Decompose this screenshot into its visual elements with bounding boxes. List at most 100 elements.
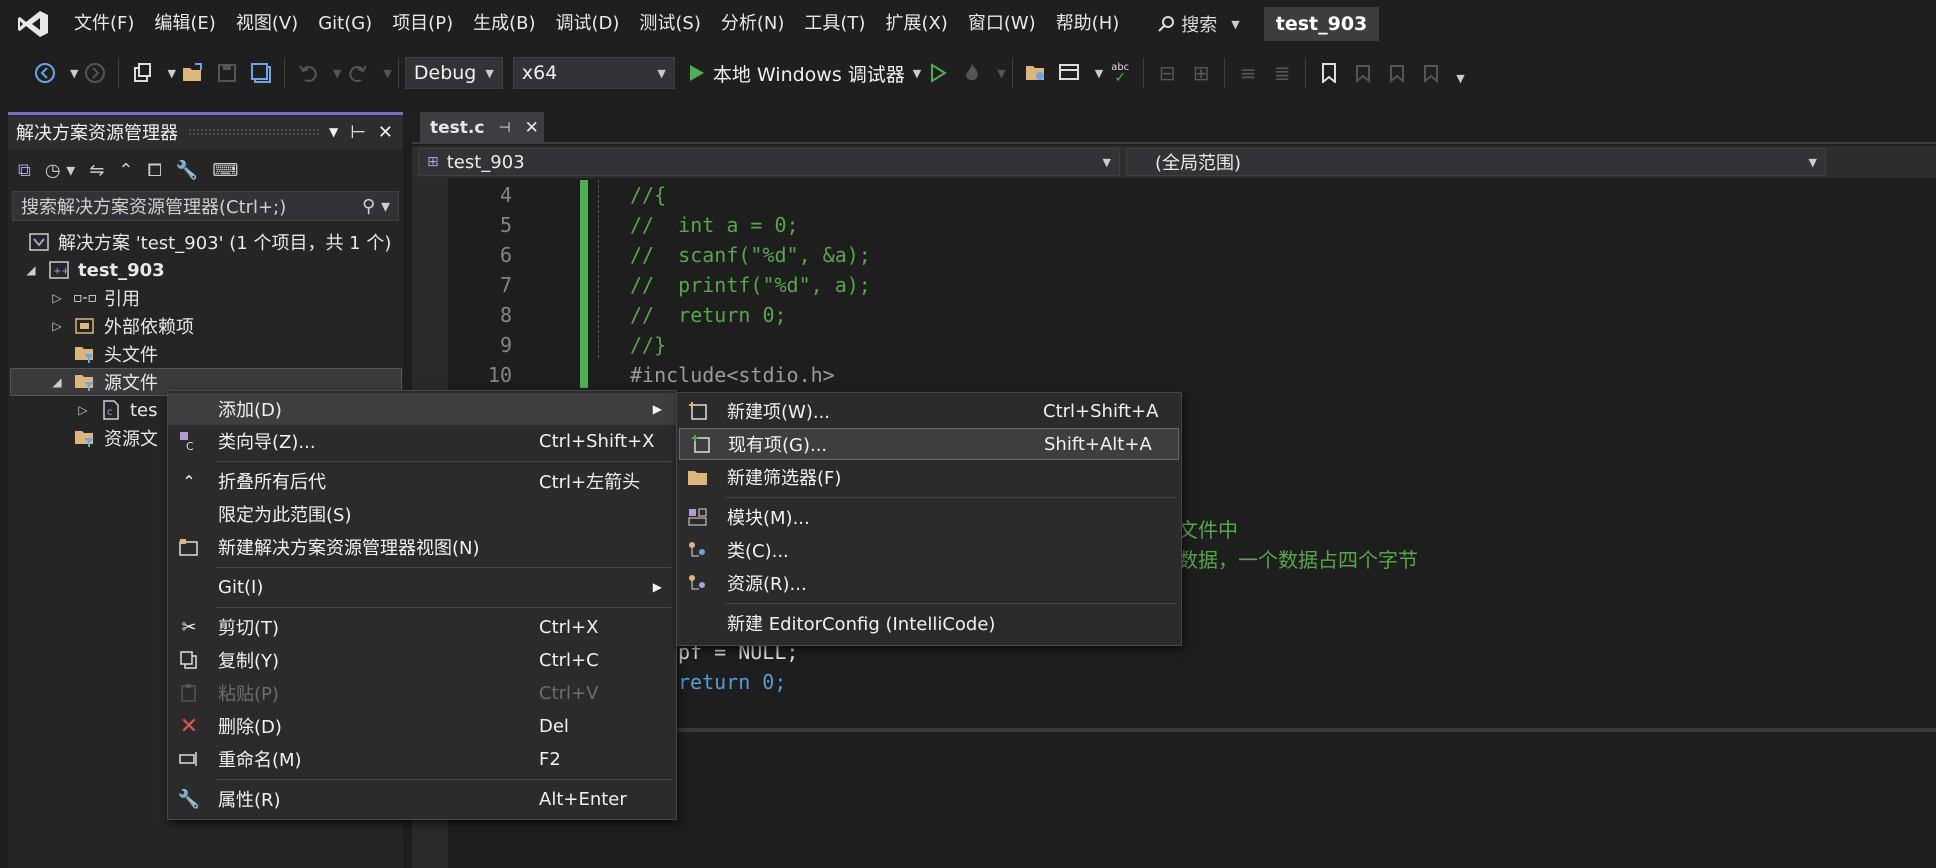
chevron-down-icon[interactable]: ▼ <box>70 67 78 80</box>
chevron-down-icon: ▼ <box>1102 155 1111 169</box>
tree-header-files[interactable]: 头文件 <box>74 340 158 368</box>
new-project-icon[interactable] <box>129 60 155 86</box>
menu-file[interactable]: 文件(F) <box>64 0 144 48</box>
close-icon[interactable]: ✕ <box>525 118 539 138</box>
switch-views-icon[interactable]: ⧉ <box>18 160 31 181</box>
solution-explorer-icon[interactable] <box>1023 60 1049 86</box>
menu-item-git[interactable]: Git(I) ▶ <box>168 571 676 603</box>
show-all-files-icon[interactable]: ⧠ <box>148 160 162 181</box>
visual-studio-logo-icon[interactable] <box>16 9 50 39</box>
menu-item-copy[interactable]: 复制(Y) Ctrl+C <box>168 644 676 676</box>
menu-item-resource[interactable]: 资源(R)... <box>677 567 1181 599</box>
menu-extensions[interactable]: 扩展(X) <box>875 0 957 48</box>
menu-view[interactable]: 视图(V) <box>226 0 308 48</box>
tree-references[interactable]: ▷ ▫-▫ 引用 <box>50 284 140 312</box>
menu-debug[interactable]: 调试(D) <box>546 0 630 48</box>
menu-item-new-item[interactable]: 新建项(W)... Ctrl+Shift+A <box>677 395 1181 427</box>
layout-icon[interactable] <box>1057 60 1083 86</box>
menu-git[interactable]: Git(G) <box>308 0 382 48</box>
start-debugging-button[interactable]: 本地 Windows 调试器 <box>689 60 905 87</box>
tree-source-files[interactable]: ◢ 源文件 <box>50 368 158 396</box>
tab-test-c[interactable]: test.c ⊣ ✕ <box>420 112 544 144</box>
menu-item-cut[interactable]: ✂ 剪切(T) Ctrl+X <box>168 611 676 643</box>
tree-resource-files[interactable]: 资源文 <box>74 424 158 452</box>
menu-item-label: 折叠所有后代 <box>218 472 326 493</box>
menu-item-label: 新建项(W)... <box>727 402 831 423</box>
scope-navigation-select[interactable]: (全局范围) ▼ <box>1126 148 1826 176</box>
menu-item-shortcut: Shift+Alt+A <box>1044 433 1152 455</box>
menu-item-class-wizard[interactable]: C 类向导(Z)... Ctrl+Shift+X <box>168 425 676 457</box>
close-icon[interactable]: ✕ <box>378 122 393 143</box>
tree-source-file[interactable]: ▷ c tes <box>76 396 157 424</box>
collapsed-arrow-icon[interactable]: ▷ <box>50 319 64 333</box>
code-line: return 0; <box>678 670 787 694</box>
undo-icon <box>295 60 321 86</box>
menu-item-module[interactable]: 模块(M)... <box>677 501 1181 533</box>
menu-item-rename[interactable]: 重命名(M) F2 <box>168 743 676 775</box>
menu-edit[interactable]: 编辑(E) <box>144 0 225 48</box>
platform-select[interactable]: x64 ▼ <box>512 57 675 89</box>
toolbar-overflow-icon[interactable]: ▼ <box>1456 72 1464 85</box>
panel-drag-handle[interactable] <box>188 128 319 136</box>
pin-icon[interactable]: ⊣ <box>498 120 510 136</box>
menu-item-properties[interactable]: 🔧 属性(R) Alt+Enter <box>168 783 676 815</box>
nav-project-label: test_903 <box>446 151 525 173</box>
collapsed-arrow-icon[interactable]: ▷ <box>50 291 64 305</box>
pending-changes-icon[interactable]: ◷ ▾ <box>45 160 75 181</box>
tree-external-deps[interactable]: ▷ 外部依赖项 <box>50 312 194 340</box>
menu-item-add[interactable]: 添加(D) ▶ <box>168 393 676 425</box>
menu-project[interactable]: 项目(P) <box>382 0 463 48</box>
new-view-icon <box>176 535 202 559</box>
tree-solution[interactable]: 解决方案 'test_903' (1 个项目，共 1 个) <box>28 228 391 256</box>
menu-item-collapse-all[interactable]: ⌃ 折叠所有后代 Ctrl+左箭头 <box>168 465 676 497</box>
chevron-down-icon[interactable]: ▼ <box>1095 67 1103 80</box>
menu-window[interactable]: 窗口(W) <box>958 0 1046 48</box>
save-all-icon[interactable] <box>248 60 274 86</box>
navigate-back-icon[interactable] <box>32 60 58 86</box>
chevron-down-icon: ▼ <box>997 66 1006 80</box>
menu-test[interactable]: 测试(S) <box>629 0 710 48</box>
sync-icon[interactable]: ⇋ <box>89 160 104 181</box>
panel-options-icon[interactable]: ▼ <box>329 125 338 139</box>
debugger-label: 本地 Windows 调试器 <box>712 63 905 86</box>
menu-item-scope-to-this[interactable]: 限定为此范围(S) <box>168 498 676 530</box>
menu-separator <box>216 607 672 608</box>
tree-label: 源文件 <box>104 373 158 394</box>
menu-item-delete[interactable]: ✕ 删除(D) Del <box>168 710 676 742</box>
chevron-down-icon[interactable]: ▼ <box>913 67 921 80</box>
menu-item-existing-item[interactable]: 现有项(G)... Shift+Alt+A <box>679 428 1179 460</box>
start-without-debugging-icon[interactable] <box>925 60 951 86</box>
configuration-select[interactable]: Debug ▼ <box>404 57 503 89</box>
bookmark-icon[interactable] <box>1316 60 1342 86</box>
menu-build[interactable]: 生成(B) <box>463 0 545 48</box>
open-folder-icon[interactable] <box>180 60 206 86</box>
expanded-arrow-icon[interactable]: ◢ <box>24 263 38 277</box>
menu-item-new-explorer-view[interactable]: 新建解决方案资源管理器视图(N) <box>168 531 676 563</box>
expanded-arrow-icon[interactable]: ◢ <box>50 375 64 389</box>
collapsed-arrow-icon[interactable]: ▷ <box>76 403 90 417</box>
toolbar-separator <box>1305 58 1307 88</box>
menu-item-label: 新建筛选器(F) <box>727 468 842 489</box>
menu-analyze[interactable]: 分析(N) <box>711 0 795 48</box>
menu-item-class[interactable]: 类(C)... <box>677 534 1181 566</box>
search-box[interactable]: 搜索 ▼ <box>1147 11 1249 37</box>
menu-item-new-filter[interactable]: 新建筛选器(F) <box>677 461 1181 493</box>
menu-tools[interactable]: 工具(T) <box>794 0 875 48</box>
menu-help[interactable]: 帮助(H) <box>1046 0 1130 48</box>
line-number: 7 <box>499 273 512 297</box>
preview-icon[interactable]: ⌨ <box>212 160 238 181</box>
project-navigation-select[interactable]: ⊞ test_903 ▼ <box>418 148 1120 176</box>
menu-item-editorconfig[interactable]: 新建 EditorConfig (IntelliCode) <box>677 607 1181 639</box>
collapse-all-icon[interactable]: ⌃ <box>118 160 133 181</box>
pin-icon[interactable]: ⊢ <box>350 122 366 143</box>
properties-icon[interactable]: 🔧 <box>176 160 198 181</box>
tree-project[interactable]: ◢ ++ test_903 <box>24 256 164 284</box>
spell-check-icon[interactable]: abc ✓ <box>1107 60 1133 86</box>
external-dependencies-icon <box>74 316 96 336</box>
project-icon: ⊞ <box>427 154 439 170</box>
editor-splitter[interactable] <box>676 728 1936 732</box>
solution-search-input[interactable]: 搜索解决方案资源管理器(Ctrl+;) ⚲ ▾ <box>12 191 399 221</box>
chevron-down-icon[interactable]: ▼ <box>167 67 175 80</box>
panel-title: 解决方案资源管理器 <box>16 123 178 144</box>
code-line: // printf("%d", a); <box>630 273 871 297</box>
